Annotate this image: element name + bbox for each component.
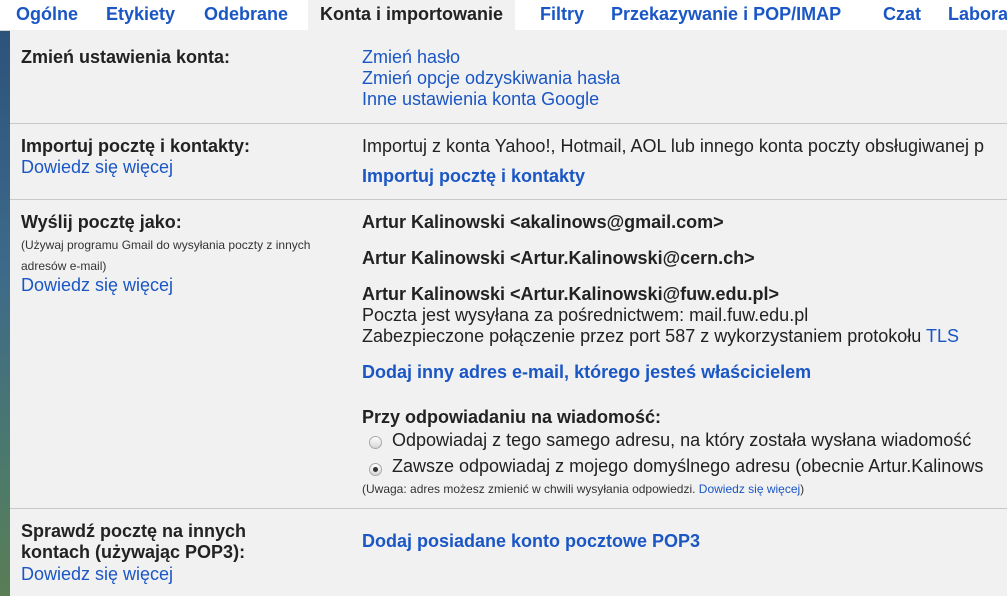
add-email-address-link[interactable]: Dodaj inny adres e-mail, którego jesteś … bbox=[362, 362, 811, 383]
add-pop3-account-link[interactable]: Dodaj posiadane konto pocztowe POP3 bbox=[362, 531, 700, 552]
account-settings-label: Zmień ustawienia konta: bbox=[21, 47, 231, 67]
tls-link[interactable]: TLS bbox=[926, 326, 959, 346]
reply-note-text: (Uwaga: adres możesz zmienić w chwili wy… bbox=[362, 482, 699, 496]
send-as-address: Artur Kalinowski <akalinows@gmail.com> bbox=[362, 212, 724, 232]
smtp-server-info: Poczta jest wysyłana za pośrednictwem: m… bbox=[362, 305, 809, 325]
account-settings-section: Zmień ustawienia konta: Zmień hasło Zmie… bbox=[10, 30, 1007, 123]
secure-connection-info: Zabezpieczone połączenie przez port 587 … bbox=[362, 326, 959, 347]
send-as-note-line2: adresów e-mail) bbox=[21, 259, 107, 273]
tab-labs[interactable]: Labora bbox=[948, 0, 1007, 30]
reply-note: (Uwaga: adres możesz zmienić w chwili wy… bbox=[362, 480, 804, 498]
send-as-section: Wyślij pocztę jako: (Używaj programu Gma… bbox=[10, 200, 1007, 508]
reply-heading: Przy odpowiadaniu na wiadomość: bbox=[362, 407, 662, 427]
change-password-link[interactable]: Zmień hasło bbox=[362, 47, 460, 68]
import-label: Importuj pocztę i kontakty: bbox=[21, 136, 251, 156]
tab-labels[interactable]: Etykiety bbox=[106, 0, 175, 30]
tab-accounts-import[interactable]: Konta i importowanie bbox=[308, 0, 516, 30]
send-as-address: Artur Kalinowski <Artur.Kalinowski@fuw.e… bbox=[362, 284, 779, 304]
change-recovery-options-link[interactable]: Zmień opcje odzyskiwania hasła bbox=[362, 68, 620, 89]
reply-same-address-radio[interactable] bbox=[369, 436, 382, 449]
pop3-section: Sprawdź pocztę na innych kontach (używaj… bbox=[10, 509, 1007, 596]
secure-connection-text: Zabezpieczone połączenie przez port 587 … bbox=[362, 326, 922, 346]
tab-forwarding-pop-imap[interactable]: Przekazywanie i POP/IMAP bbox=[611, 0, 841, 30]
send-as-label: Wyślij pocztę jako: bbox=[21, 212, 182, 232]
settings-panel: Zmień ustawienia konta: Zmień hasło Zmie… bbox=[10, 30, 1007, 596]
reply-default-address-label[interactable]: Zawsze odpowiadaj z mojego domyślnego ad… bbox=[392, 456, 983, 477]
settings-tab-bar: Ogólne Etykiety Odebrane Konta i importo… bbox=[0, 0, 1007, 31]
send-as-note-line1: (Używaj programu Gmail do wysyłania pocz… bbox=[21, 238, 311, 252]
reply-note-learn-more-link[interactable]: Dowiedz się więcej bbox=[699, 482, 800, 496]
send-as-address: Artur Kalinowski <Artur.Kalinowski@cern.… bbox=[362, 248, 755, 268]
reply-default-address-radio[interactable] bbox=[369, 463, 382, 476]
import-mail-contacts-link[interactable]: Importuj pocztę i kontakty bbox=[362, 166, 585, 187]
tab-general[interactable]: Ogólne bbox=[16, 0, 78, 30]
import-description: Importuj z konta Yahoo!, Hotmail, AOL lu… bbox=[362, 136, 985, 156]
reply-same-address-label[interactable]: Odpowiadaj z tego samego adresu, na któr… bbox=[392, 430, 971, 451]
other-google-settings-link[interactable]: Inne ustawienia konta Google bbox=[362, 89, 599, 110]
tab-filters[interactable]: Filtry bbox=[540, 0, 584, 30]
reply-note-suffix: ) bbox=[800, 482, 805, 496]
import-section: Importuj pocztę i kontakty: Dowiedz się … bbox=[10, 124, 1007, 199]
pop3-learn-more-link[interactable]: Dowiedz się więcej bbox=[21, 564, 173, 585]
radio-selected-dot bbox=[373, 467, 378, 472]
tab-chat[interactable]: Czat bbox=[883, 0, 921, 30]
tab-inbox[interactable]: Odebrane bbox=[204, 0, 288, 30]
send-as-learn-more-link[interactable]: Dowiedz się więcej bbox=[21, 275, 173, 296]
pop3-label-line2: kontach (używając POP3): bbox=[21, 542, 246, 562]
pop3-label-line1: Sprawdź pocztę na innych bbox=[21, 521, 247, 541]
import-learn-more-link[interactable]: Dowiedz się więcej bbox=[21, 157, 173, 178]
